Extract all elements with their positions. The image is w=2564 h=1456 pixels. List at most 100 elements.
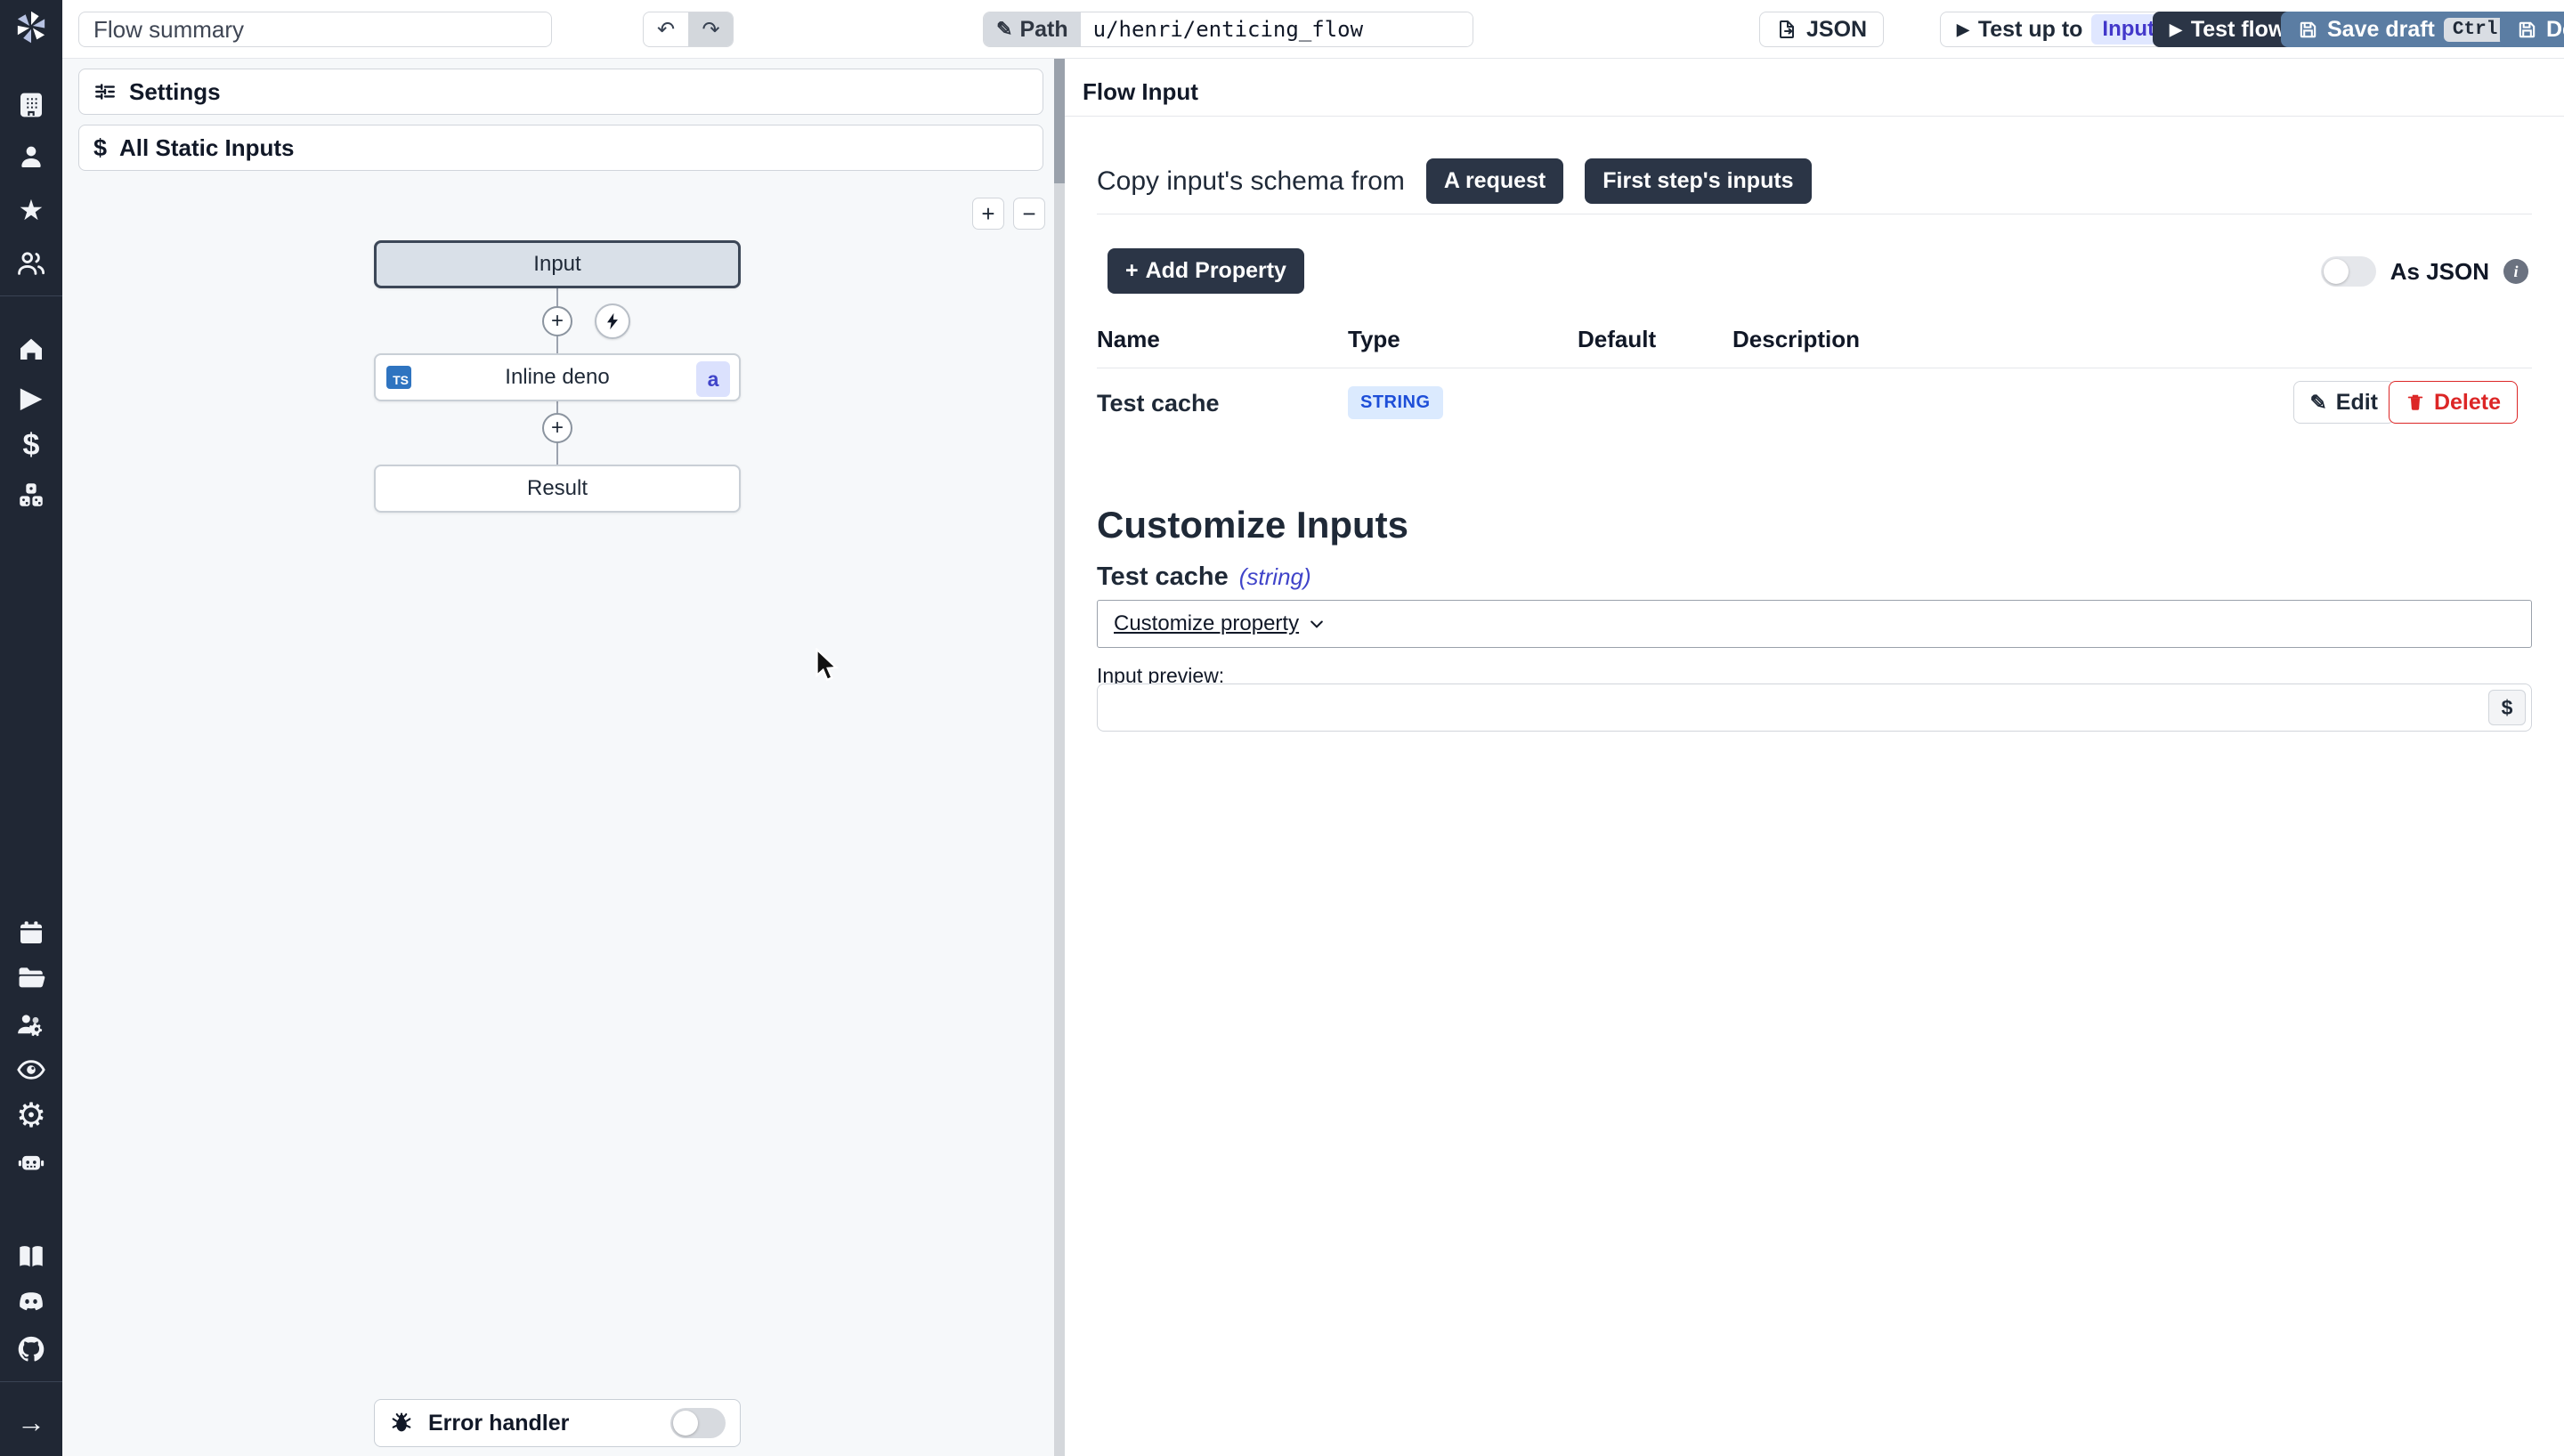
all-static-inputs-label: All Static Inputs [119, 134, 294, 162]
edge-step-to-result [556, 441, 558, 466]
save-draft-label: Save draft [2327, 17, 2435, 43]
delete-label: Delete [2434, 390, 2501, 416]
flow-summary-input[interactable] [78, 12, 552, 47]
add-property-button[interactable]: + Add Property [1108, 248, 1304, 294]
home-icon[interactable] [0, 328, 62, 370]
field-type-note: (string) [1239, 563, 1311, 591]
customize-inputs-heading: Customize Inputs [1097, 504, 1408, 546]
as-json-control: As JSON i [2321, 256, 2528, 287]
flow-node-input[interactable]: Input [374, 240, 741, 288]
error-handler-toggle[interactable] [670, 1408, 726, 1438]
redo-button[interactable]: ↷ [688, 12, 733, 46]
workers-users-gear-icon[interactable] [0, 1004, 62, 1047]
windmill-logo[interactable] [0, 5, 62, 48]
step-node-label: Inline deno [505, 365, 609, 390]
delete-property-button[interactable]: Delete [2389, 381, 2518, 424]
add-step-button[interactable]: + [542, 306, 572, 336]
test-up-to-label: Test up to [1978, 17, 2083, 43]
zoom-out-button[interactable]: − [1013, 198, 1045, 230]
expand-sidebar-arrow-icon[interactable]: → [0, 1401, 62, 1444]
test-flow-label: Test flow [2191, 17, 2285, 43]
col-header-name: Name [1097, 326, 1160, 353]
user-icon[interactable] [0, 135, 62, 178]
field-label-row: Test cache (string) [1097, 562, 1311, 592]
customize-property-dropdown[interactable]: Customize property [1114, 611, 1326, 636]
folders-icon[interactable] [0, 956, 62, 999]
mouse-cursor [813, 648, 843, 684]
flow-node-result[interactable]: Result [374, 465, 741, 513]
col-header-description: Description [1732, 326, 1860, 353]
settings-label: Settings [129, 78, 221, 106]
left-sidebar: ★ ▶ $ [0, 0, 62, 1456]
kbd-ctrl: Ctrl [2444, 18, 2506, 42]
docs-book-icon[interactable] [0, 1235, 62, 1278]
add-step-button[interactable]: + [542, 413, 572, 443]
flow-settings-button[interactable]: Settings [78, 69, 1043, 115]
workspace-building-icon[interactable] [0, 84, 62, 126]
save-icon [2298, 20, 2318, 40]
trigger-bolt-button[interactable] [595, 303, 630, 339]
error-handler-label: Error handler [428, 1411, 569, 1436]
json-button[interactable]: JSON [1759, 12, 1884, 47]
customize-property-label: Customize property [1114, 611, 1299, 636]
flow-input-panel: Flow Input Copy input's schema from A re… [1065, 59, 2564, 1456]
windmill-logo-icon [11, 6, 52, 47]
edit-label: Edit [2336, 390, 2378, 416]
error-handler-row[interactable]: Error handler [374, 1399, 741, 1447]
divider [1065, 116, 2564, 117]
undo-button[interactable]: ↶ [644, 12, 688, 46]
sidebar-divider [0, 295, 62, 296]
play-icon: ▶ [1957, 20, 1969, 39]
ai-robot-icon[interactable] [0, 1141, 62, 1184]
variables-dollar-icon[interactable]: $ [0, 424, 62, 466]
plus-icon: + [1125, 258, 1139, 284]
deploy-label: Deploy [2546, 17, 2564, 43]
input-preview-field-wrap: $ [1097, 684, 2532, 732]
sliders-icon [93, 80, 117, 103]
flow-node-inline-deno[interactable]: TS Inline deno a [374, 353, 741, 401]
variable-picker-button[interactable]: $ [2488, 690, 2526, 725]
lightning-icon [603, 311, 622, 331]
test-up-to-button[interactable]: ▶ Test up to Input [1940, 12, 2182, 47]
copy-from-request-button[interactable]: A request [1426, 158, 1563, 204]
schedules-calendar-icon[interactable] [0, 911, 62, 954]
splitter-handle[interactable] [1054, 59, 1065, 183]
groups-users-icon[interactable] [0, 242, 62, 285]
pencil-icon: ✎ [2310, 391, 2327, 415]
panel-splitter[interactable] [1054, 59, 1065, 1456]
as-json-toggle[interactable] [2321, 256, 2376, 287]
play-icon: ▶ [2170, 20, 2182, 39]
discord-icon[interactable] [0, 1280, 62, 1323]
typescript-badge: TS [386, 366, 411, 389]
info-icon[interactable]: i [2503, 259, 2528, 284]
all-static-inputs-button[interactable]: $ All Static Inputs [78, 125, 1043, 171]
zoom-in-button[interactable]: + [972, 198, 1004, 230]
resources-cubes-icon[interactable] [0, 473, 62, 516]
chevron-down-icon [1308, 615, 1326, 633]
field-name: Test cache [1097, 562, 1229, 592]
copy-from-first-step-button[interactable]: First step's inputs [1585, 158, 1811, 204]
file-export-icon [1776, 19, 1797, 40]
trash-icon [2406, 392, 2425, 412]
property-row-name: Test cache [1097, 390, 1220, 417]
step-id-badge: a [696, 361, 730, 397]
col-header-type: Type [1348, 326, 1400, 353]
input-node-label: Input [533, 252, 580, 277]
deploy-button[interactable]: Deploy [2500, 12, 2564, 47]
col-header-default: Default [1578, 326, 1656, 353]
path-chip[interactable]: ✎ Path [984, 12, 1081, 46]
favorites-star-icon[interactable]: ★ [0, 189, 62, 231]
input-preview-field[interactable] [1098, 684, 2531, 731]
settings-gear-icon[interactable]: ⚙ [0, 1095, 62, 1137]
property-type-badge: STRING [1348, 386, 1443, 419]
edit-property-button[interactable]: ✎ Edit [2293, 381, 2396, 424]
path-input[interactable] [1081, 12, 1473, 46]
runs-play-icon[interactable]: ▶ [0, 376, 62, 418]
pencil-icon: ✎ [996, 18, 1012, 41]
copy-schema-label: Copy input's schema from [1097, 166, 1405, 197]
bug-icon [389, 1411, 414, 1436]
result-node-label: Result [527, 476, 588, 501]
github-icon[interactable] [0, 1328, 62, 1371]
audit-eye-icon[interactable] [0, 1048, 62, 1091]
as-json-label: As JSON [2390, 258, 2489, 286]
